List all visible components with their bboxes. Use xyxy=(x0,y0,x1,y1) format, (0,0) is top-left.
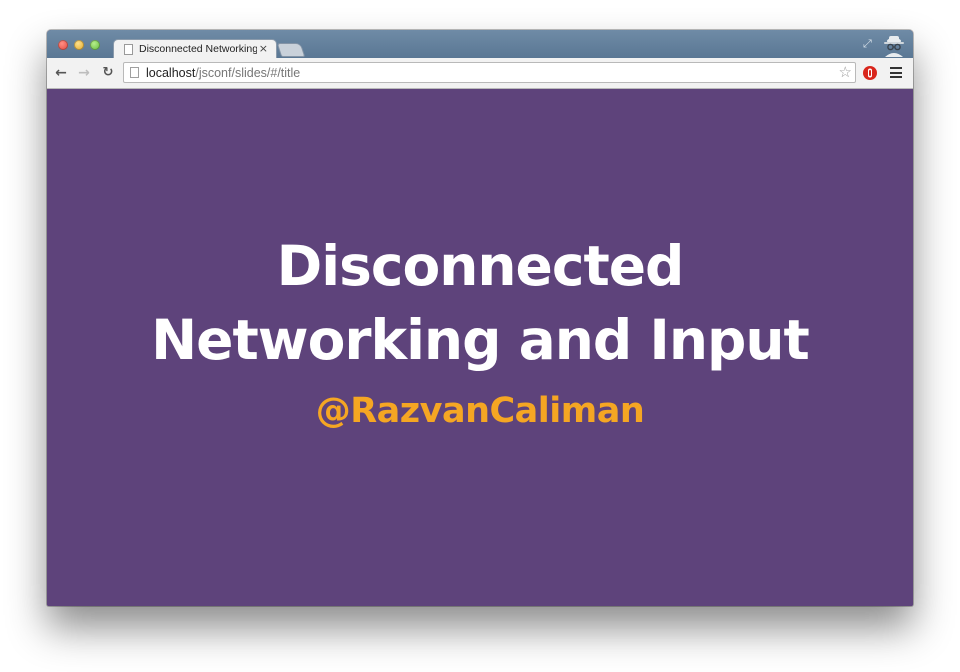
tab-close-icon[interactable]: × xyxy=(259,42,268,55)
back-icon[interactable]: ← xyxy=(52,64,70,82)
tab-title: Disconnected Networking xyxy=(139,43,257,55)
page-icon xyxy=(124,44,133,55)
fullscreen-icon[interactable]: ⤢ xyxy=(863,38,875,50)
menu-bar xyxy=(890,67,902,69)
incognito-icon xyxy=(881,33,907,57)
forward-icon[interactable]: → xyxy=(75,64,93,82)
menu-bar xyxy=(890,71,902,74)
close-window-icon[interactable] xyxy=(58,40,68,50)
reload-icon[interactable]: ↻ xyxy=(99,64,117,82)
browser-toolbar: ← → ↻ localhost/jsconf/slides/#/title ☆ xyxy=(47,58,913,89)
url-host: localhost xyxy=(146,66,196,80)
title-bar: Disconnected Networking × ⤢ xyxy=(47,30,913,60)
slide-content: Disconnected Networking and Input @Razva… xyxy=(47,89,913,606)
maximize-window-icon[interactable] xyxy=(90,40,100,50)
slide-subtitle: @RazvanCaliman xyxy=(315,391,645,431)
slide-title: Disconnected Networking and Input xyxy=(47,229,913,377)
url-text: localhost/jsconf/slides/#/title xyxy=(146,66,300,80)
address-bar[interactable]: localhost/jsconf/slides/#/title ☆ xyxy=(123,62,856,83)
menu-bar xyxy=(890,76,902,78)
slide-title-line-2: Networking and Input xyxy=(151,308,810,372)
slide-title-line-1: Disconnected xyxy=(276,234,685,298)
page-icon xyxy=(130,67,139,78)
menu-icon[interactable] xyxy=(890,67,902,78)
minimize-window-icon[interactable] xyxy=(74,40,84,50)
browser-window: Disconnected Networking × ⤢ ← → ↻ localh… xyxy=(47,30,913,606)
tab-active[interactable]: Disconnected Networking × xyxy=(113,39,277,60)
extension-icon[interactable] xyxy=(862,65,878,81)
new-tab-button[interactable] xyxy=(276,43,306,57)
bookmark-star-icon[interactable]: ☆ xyxy=(839,63,852,82)
url-path: /jsconf/slides/#/title xyxy=(195,66,301,80)
